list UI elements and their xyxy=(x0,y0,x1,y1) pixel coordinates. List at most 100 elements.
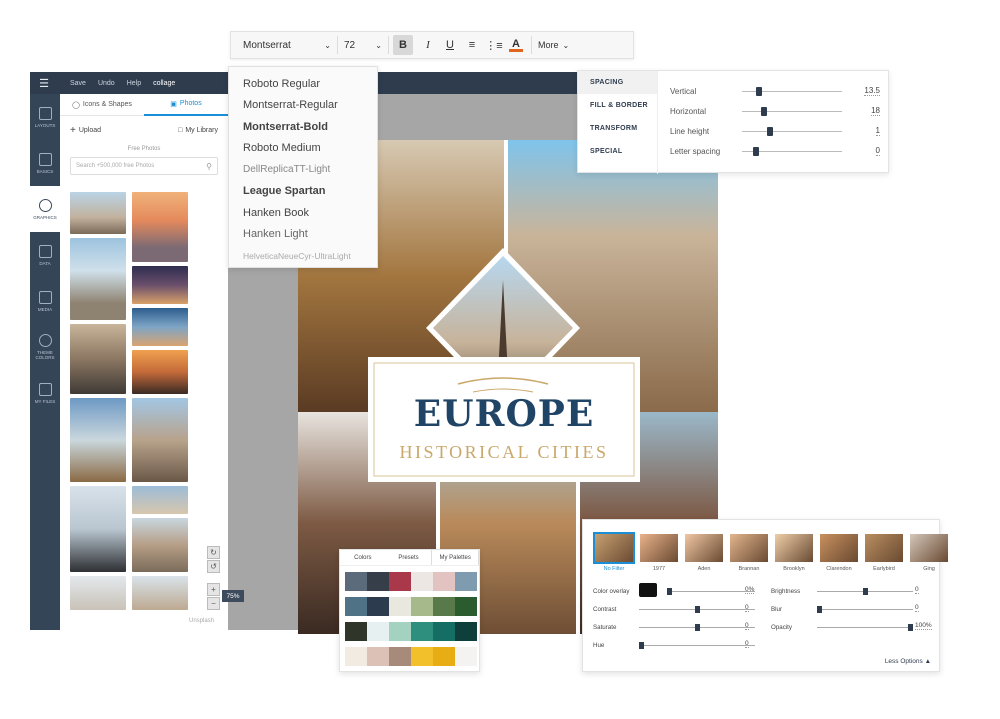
slider-handle[interactable] xyxy=(756,86,763,96)
filter-thumb[interactable] xyxy=(865,534,903,562)
hamburger-menu-icon[interactable]: ☰ xyxy=(30,72,58,94)
underline-button[interactable]: U xyxy=(440,35,460,55)
filter-value[interactable]: 0% xyxy=(745,586,755,594)
color-swatch[interactable] xyxy=(389,622,411,641)
color-swatch[interactable] xyxy=(411,622,433,641)
bold-button[interactable]: B xyxy=(393,35,413,55)
color-swatch[interactable] xyxy=(411,647,433,666)
filter-slider[interactable] xyxy=(817,627,913,628)
undo-icon[interactable]: ↺ xyxy=(207,560,220,573)
more-button[interactable]: More ⌄ xyxy=(532,31,575,59)
tab-my-palettes[interactable]: My Palettes xyxy=(431,550,480,565)
spacing-value[interactable]: 18 xyxy=(871,106,880,116)
color-swatch[interactable] xyxy=(433,622,455,641)
text-color-button[interactable]: A xyxy=(506,35,526,55)
color-swatch[interactable] xyxy=(433,597,455,616)
filter-value[interactable]: 0 xyxy=(745,604,749,612)
photo-thumb[interactable] xyxy=(70,398,126,482)
filter-value[interactable]: 0 xyxy=(915,604,919,612)
spacing-value[interactable]: 0 xyxy=(875,146,880,156)
color-swatch[interactable] xyxy=(411,597,433,616)
photo-thumb[interactable] xyxy=(132,350,188,394)
canvas-title[interactable]: EUROPE xyxy=(368,393,640,435)
rail-theme-colors[interactable]: THEME COLORS xyxy=(30,324,60,370)
slider-handle[interactable] xyxy=(639,642,644,649)
tab-transform[interactable]: TRANSFORM xyxy=(578,117,657,140)
color-swatch[interactable] xyxy=(455,647,477,666)
tab-photos[interactable]: ▣ Photos xyxy=(144,94,228,116)
spacing-value[interactable]: 13.5 xyxy=(864,86,880,96)
canvas-subtitle[interactable]: HISTORICAL CITIES xyxy=(368,442,640,463)
filter-name[interactable]: Clarendon xyxy=(817,566,861,572)
rail-media[interactable]: MEDIA xyxy=(30,278,60,324)
spacing-value[interactable]: 1 xyxy=(875,126,880,136)
tab-icons-shapes[interactable]: ◯ Icons & Shapes xyxy=(60,94,144,116)
color-swatch[interactable] xyxy=(345,647,367,666)
color-swatch[interactable] xyxy=(367,647,389,666)
italic-button[interactable]: I xyxy=(418,35,438,55)
font-option[interactable]: League Spartan xyxy=(229,181,377,203)
slider-handle[interactable] xyxy=(694,624,700,631)
photo-search-input[interactable]: Search +500,000 free Photos ⚲ xyxy=(70,157,218,175)
filter-thumb[interactable] xyxy=(593,532,635,564)
tab-colors[interactable]: Colors xyxy=(340,550,386,565)
photo-thumb[interactable] xyxy=(70,576,126,610)
rail-layouts[interactable]: LAYOUTS xyxy=(30,94,60,140)
tab-special[interactable]: SPECIAL xyxy=(578,140,657,163)
filter-thumb[interactable] xyxy=(775,534,813,562)
save-button[interactable]: Save xyxy=(70,80,86,87)
font-option[interactable]: Montserrat-Regular xyxy=(229,95,377,117)
help-button[interactable]: Help xyxy=(127,80,141,87)
filter-name[interactable]: Earlybird xyxy=(862,566,906,572)
spacing-slider[interactable] xyxy=(742,106,842,116)
photo-thumb[interactable] xyxy=(70,324,126,394)
slider-handle[interactable] xyxy=(694,606,700,613)
photo-thumb[interactable] xyxy=(132,308,188,346)
filter-slider[interactable] xyxy=(667,591,755,592)
photo-thumb[interactable] xyxy=(132,192,188,262)
filter-name[interactable]: Ging xyxy=(907,566,951,572)
tab-spacing[interactable]: SPACING xyxy=(578,71,657,94)
font-family-select[interactable]: Montserrat ⌄ xyxy=(231,31,337,59)
color-swatch[interactable] xyxy=(455,622,477,641)
font-option[interactable]: Hanken Book xyxy=(229,202,377,224)
filter-value[interactable]: 0 xyxy=(915,586,919,594)
slider-handle[interactable] xyxy=(908,624,913,631)
filter-slider[interactable] xyxy=(817,609,913,610)
filter-thumb[interactable] xyxy=(640,534,678,562)
align-icon[interactable]: ≡ xyxy=(462,35,482,55)
color-swatch[interactable] xyxy=(389,597,411,616)
undo-button[interactable]: Undo xyxy=(98,80,115,87)
filter-thumb[interactable] xyxy=(685,534,723,562)
font-option[interactable]: HelveticaNeueCyr-UltraLight xyxy=(229,245,377,267)
photo-thumb[interactable] xyxy=(132,266,188,304)
font-option[interactable]: Montserrat-Bold xyxy=(229,116,377,138)
less-options-button[interactable]: Less Options ▲ xyxy=(885,658,931,665)
filter-value[interactable]: 100% xyxy=(915,622,932,630)
color-swatch[interactable] xyxy=(411,572,433,591)
filter-name[interactable]: No Filter xyxy=(592,566,636,572)
color-swatch[interactable] xyxy=(367,622,389,641)
zoom-in-button[interactable]: + xyxy=(207,583,220,596)
photo-thumb[interactable] xyxy=(132,576,188,610)
photo-thumb[interactable] xyxy=(132,518,188,572)
rail-data[interactable]: DATA xyxy=(30,232,60,278)
slider-handle[interactable] xyxy=(767,126,774,136)
font-size-select[interactable]: 72 ⌄ xyxy=(338,31,388,59)
photo-thumb[interactable] xyxy=(132,398,188,482)
filter-thumb[interactable] xyxy=(820,534,858,562)
color-swatch[interactable] xyxy=(433,647,455,666)
slider-handle[interactable] xyxy=(760,106,767,116)
color-swatch[interactable] xyxy=(455,597,477,616)
photo-thumb[interactable] xyxy=(132,486,188,514)
filter-thumb[interactable] xyxy=(730,534,768,562)
spacing-slider[interactable] xyxy=(742,146,842,156)
color-swatch[interactable] xyxy=(433,572,455,591)
color-swatch[interactable] xyxy=(345,622,367,641)
filter-value[interactable]: 0 xyxy=(745,640,749,648)
color-swatch[interactable] xyxy=(455,572,477,591)
rail-graphics[interactable]: GRAPHICS xyxy=(30,186,60,232)
filter-thumb[interactable] xyxy=(910,534,948,562)
filter-name[interactable]: Brannan xyxy=(727,566,771,572)
font-option[interactable]: Roboto Medium xyxy=(229,138,377,160)
